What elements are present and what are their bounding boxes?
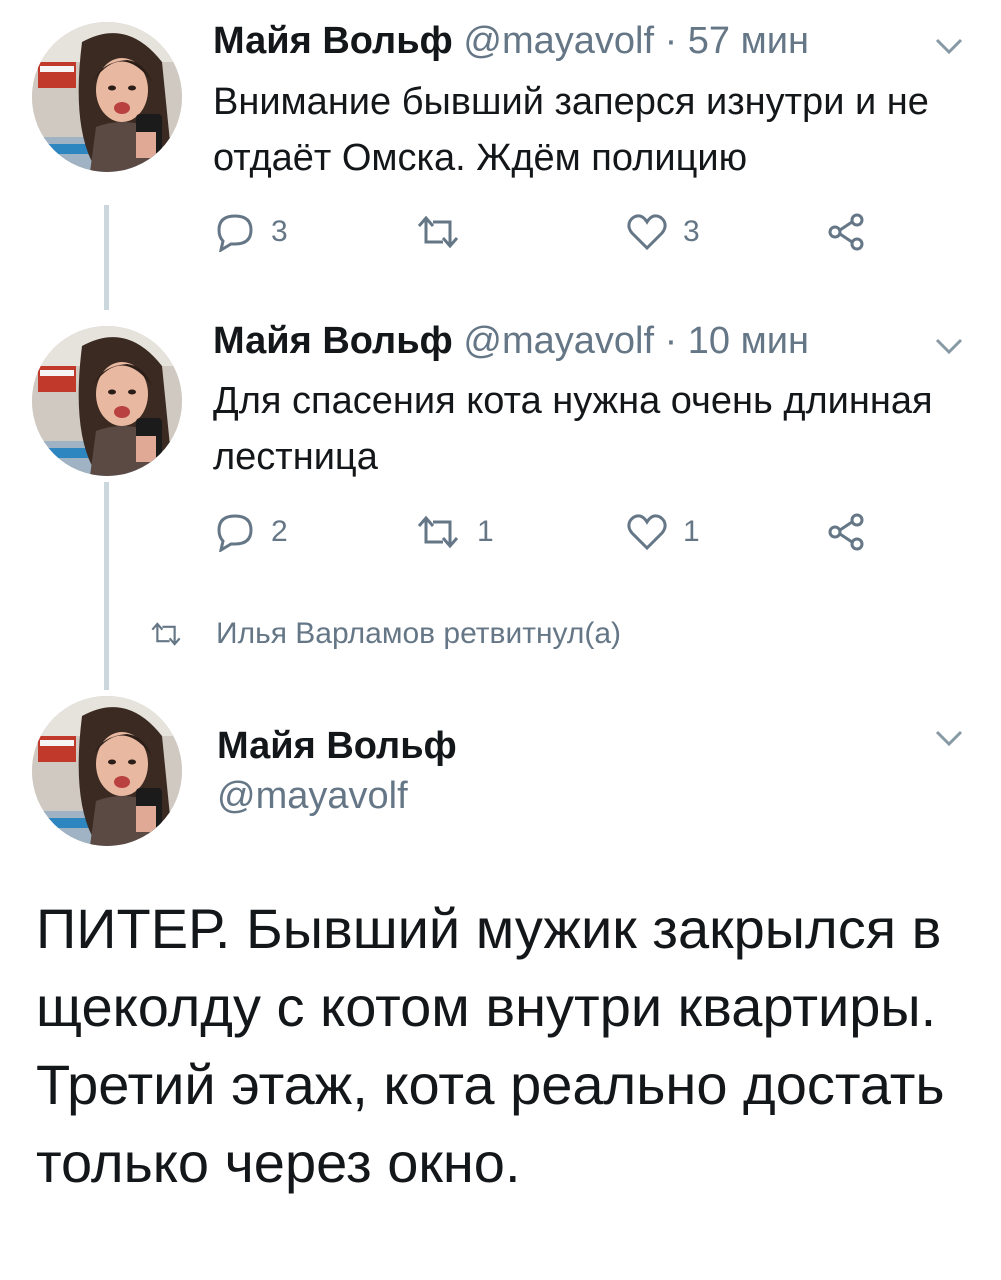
reply-count: 3 <box>271 215 288 248</box>
share-button[interactable] <box>825 212 869 252</box>
share-icon <box>828 213 864 251</box>
like-count: 1 <box>683 515 700 548</box>
retweet-count: 1 <box>477 515 494 548</box>
author-name[interactable]: Майя Вольф <box>213 20 453 62</box>
reply-button[interactable]: 3 <box>213 212 288 252</box>
tweet-header: Майя Вольф @mayavolf · 57 мин <box>213 20 809 63</box>
reply-button[interactable]: 2 <box>213 512 288 552</box>
separator-dot: · <box>664 20 678 62</box>
thread-connector <box>104 482 109 690</box>
tweet-text: Внимание бывший заперся изнутри и не отд… <box>213 81 929 179</box>
author-name[interactable]: Майя Вольф <box>213 320 453 362</box>
chevron-down-icon[interactable] <box>934 336 964 356</box>
tweet-text: Для спасения кота нужна очень длинная ле… <box>213 380 933 478</box>
share-button[interactable] <box>825 512 869 552</box>
avatar[interactable] <box>32 696 182 846</box>
separator-dot: · <box>664 320 678 362</box>
tweet-actions: 3 3 <box>213 212 973 262</box>
like-button[interactable]: 1 <box>625 512 700 552</box>
reply-icon <box>217 214 253 252</box>
like-button[interactable]: 3 <box>625 212 700 252</box>
share-icon <box>828 513 864 551</box>
chevron-down-icon[interactable] <box>934 728 964 748</box>
timestamp[interactable]: 57 мин <box>688 20 809 62</box>
retweet-button[interactable]: 1 <box>413 512 494 552</box>
heart-icon <box>627 214 667 251</box>
retweet-icon <box>151 622 181 646</box>
like-count: 3 <box>683 215 700 248</box>
author-handle[interactable]: @mayavolf <box>463 20 654 62</box>
retweet-icon <box>417 515 459 549</box>
retweeted-by-label: Илья Варламов ретвитнул(а) <box>216 617 622 650</box>
tweet-text: ПИТЕР. Бывший мужик закрылся в щеколду с… <box>36 897 945 1194</box>
avatar[interactable] <box>32 326 182 476</box>
tweet-actions: 2 1 1 <box>213 512 973 562</box>
reply-icon <box>217 514 253 552</box>
avatar[interactable] <box>32 22 182 172</box>
author-name[interactable]: Майя Вольф <box>217 725 457 768</box>
author-handle[interactable]: @mayavolf <box>217 775 408 818</box>
heart-icon <box>627 514 667 551</box>
retweet-icon <box>417 215 459 249</box>
timestamp[interactable]: 10 мин <box>688 320 809 362</box>
retweet-note[interactable]: Илья Варламов ретвитнул(а) <box>148 617 621 651</box>
chevron-down-icon[interactable] <box>934 36 964 56</box>
thread-connector <box>104 205 109 310</box>
reply-count: 2 <box>271 515 288 548</box>
author-handle[interactable]: @mayavolf <box>463 320 654 362</box>
retweet-button[interactable] <box>413 212 477 252</box>
tweet-header: Майя Вольф @mayavolf · 10 мин <box>213 320 809 363</box>
